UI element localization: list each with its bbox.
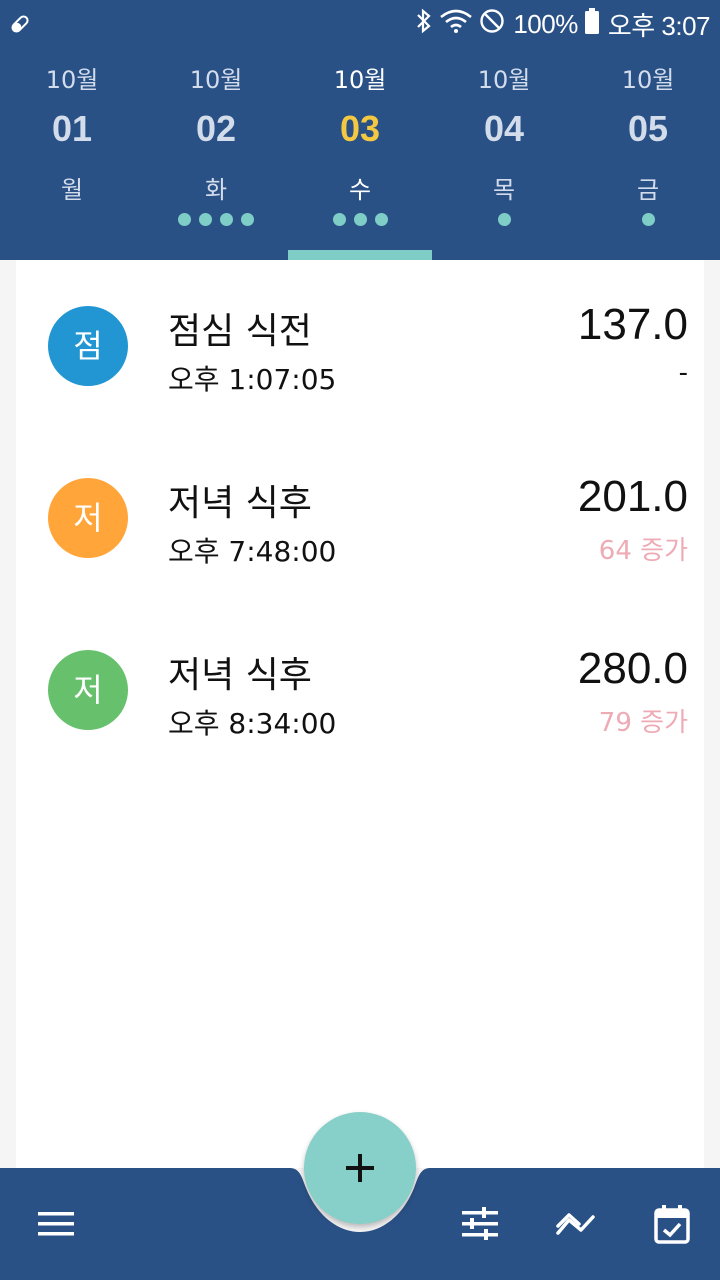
calendar-check-icon [654,1205,690,1244]
entry-value: 137.0 [577,300,688,349]
chart-button[interactable] [548,1196,604,1252]
entry-dot [497,213,511,226]
pill-icon [8,12,32,40]
entry-dot [374,213,388,226]
wifi-icon [439,8,473,41]
glucose-entry[interactable]: 저 저녁 식후 오후 7:48:00 201.0 64 증가 [16,472,704,628]
entry-dot [241,213,254,226]
entry-dot [641,213,655,226]
entry-time: 오후 7:48:00 [168,535,337,568]
trend-icon [556,1213,595,1235]
day-tab[interactable]: 10월 04 목 [432,48,576,260]
add-icon [346,1154,374,1182]
sliders-icon [462,1207,498,1240]
settings-button[interactable] [452,1196,508,1252]
day-month: 10월 [333,66,387,94]
entry-dots [144,213,288,226]
entry-avatar: 저 [48,478,128,558]
day-month: 10월 [45,66,99,94]
entry-change: 64 증가 [598,536,688,566]
day-tab[interactable]: 10월 01 월 [0,48,144,260]
entry-value: 280.0 [577,644,688,693]
entry-avatar: 점 [48,306,128,386]
entry-title: 저녁 식후 [168,655,312,696]
day-month: 10월 [189,66,243,94]
calendar-button[interactable] [644,1196,700,1252]
day-tab[interactable]: 10월 02 화 [144,48,288,260]
selected-tab-indicator [288,250,432,260]
entry-dots [288,213,432,226]
clock: 오후 3:07 [607,10,711,41]
day-weekday: 화 [204,176,228,204]
entry-dots [576,213,720,226]
day-weekday: 목 [492,176,516,204]
do-not-disturb-icon [479,8,505,41]
status-bar: 100% 오후 3:07 [0,0,720,48]
day-month: 10월 [621,66,675,94]
entry-change: 79 증가 [598,708,688,738]
day-weekday: 금 [636,176,660,204]
day-date: 01 [51,108,93,149]
entry-dot [220,213,233,226]
entry-avatar: 저 [48,650,128,730]
add-entry-button[interactable] [304,1112,416,1224]
entry-list: 점 점심 식전 오후 1:07:05 137.0 - 저 저녁 식후 오후 7:… [16,260,704,1168]
entry-title: 점심 식전 [168,311,312,352]
glucose-entry[interactable]: 저 저녁 식후 오후 8:34:00 280.0 79 증가 [16,644,704,800]
entry-time: 오후 8:34:00 [168,707,337,740]
glucose-entry[interactable]: 점 점심 식전 오후 1:07:05 137.0 - [16,300,704,456]
day-weekday: 수 [348,176,372,204]
bluetooth-icon [415,8,433,41]
entry-title: 저녁 식후 [168,483,312,524]
day-weekday: 월 [60,176,84,204]
menu-button[interactable] [28,1196,84,1252]
menu-icon [38,1212,74,1236]
entry-value: 201.0 [577,472,688,521]
entry-dot [353,213,367,226]
day-date: 05 [627,108,669,149]
entry-dot [332,213,346,226]
entry-change: - [678,358,688,388]
day-month: 10월 [477,66,531,94]
entry-dot [178,213,191,226]
day-tab[interactable]: 10월 05 금 [576,48,720,260]
day-date: 03 [339,108,381,149]
day-tab[interactable]: 10월 03 수 [288,48,432,260]
battery-percent: 100% [513,8,578,39]
date-selector: 10월 01 월 10월 02 화 10월 03 수 10월 04 목 10월 … [0,48,720,260]
day-date: 02 [195,108,237,149]
entry-time: 오후 1:07:05 [168,363,337,396]
entry-dot [199,213,212,226]
day-date: 04 [483,108,525,149]
entry-dots [432,213,576,226]
battery-icon [584,7,600,42]
header: 100% 오후 3:07 10월 01 월 10월 02 화 10월 03 수 … [0,0,720,260]
